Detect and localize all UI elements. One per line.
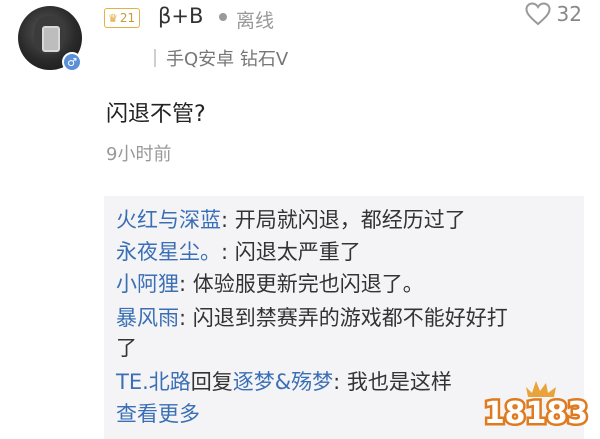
reply-item: 永夜星尘。: 闪退太严重了 [116, 236, 361, 268]
reply-text: : 我也是这样 [333, 370, 452, 394]
view-more-link[interactable]: 查看更多 [116, 398, 200, 430]
reply-user[interactable]: 暴风雨 [116, 306, 179, 330]
male-icon: ♂ [62, 52, 82, 72]
reply-text: : 开局就闪退，都经历过了 [221, 208, 466, 232]
reply-user[interactable]: TE.北路 [116, 370, 191, 394]
reply-item: 暴风雨: 闪退到禁赛弄的游戏都不能好好打 [116, 302, 508, 334]
level-number: 21 [119, 11, 136, 25]
reply-word: 回复 [190, 370, 233, 394]
username[interactable]: β+B [158, 4, 203, 28]
level-badge: ♛ 21 [104, 8, 141, 28]
reply-continuation: 了 [116, 332, 137, 364]
online-status: 离线 [236, 10, 275, 32]
crown-icon: ♛ [108, 11, 118, 25]
reply-text: : 体验服更新完也闪退了。 [179, 272, 424, 296]
device-divider [154, 49, 156, 67]
watermark-text: 18183 [484, 396, 588, 431]
device-line: 手Q安卓 钻石V [154, 46, 288, 70]
reply-target-user[interactable]: 逐梦&殇梦 [233, 370, 333, 394]
reply-item: TE.北路回复逐梦&殇梦: 我也是这样 [116, 366, 452, 398]
reply-user[interactable]: 火红与深蓝 [116, 208, 221, 232]
device-text: 手Q安卓 钻石V [166, 49, 289, 70]
reply-item: 火红与深蓝: 开局就闪退，都经历过了 [116, 204, 466, 236]
like-count: 32 [556, 2, 582, 26]
watermark-logo: 18183 [481, 381, 591, 433]
comment-time: 9小时前 [106, 144, 172, 165]
comment-text: 闪退不管? [106, 102, 206, 127]
reply-text: 了 [116, 336, 137, 360]
reply-text: : 闪退太严重了 [221, 240, 361, 264]
reply-text: : 闪退到禁赛弄的游戏都不能好好打 [179, 306, 508, 330]
avatar-phone [42, 26, 60, 52]
reply-user[interactable]: 小阿狸 [116, 272, 179, 296]
heart-outline-icon [525, 2, 551, 26]
status-dot [219, 13, 227, 21]
like-button[interactable]: 32 [525, 2, 582, 26]
reply-item: 小阿狸: 体验服更新完也闪退了。 [116, 268, 424, 300]
reply-user[interactable]: 永夜星尘。 [116, 240, 221, 264]
